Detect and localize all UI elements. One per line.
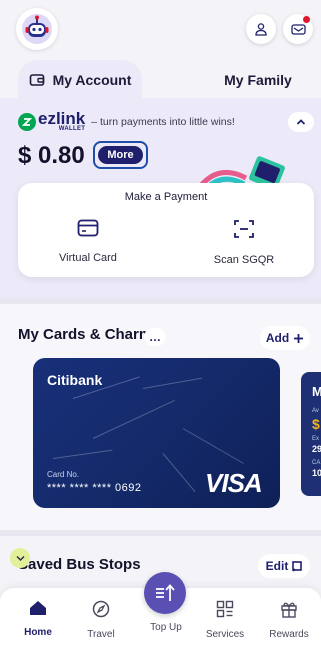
inbox-button[interactable] (283, 14, 313, 44)
nav-travel-label: Travel (87, 629, 115, 640)
card-number-label: Card No. (47, 470, 80, 479)
card-bank-name: Citibank (47, 372, 103, 388)
wallet-icon (29, 74, 44, 86)
nav-rewards-label: Rewards (269, 629, 309, 640)
card-icon (77, 219, 99, 237)
virtual-card-option[interactable]: Virtual Card (28, 219, 148, 264)
home-icon (30, 601, 46, 615)
peek-card-line-1: Av (312, 408, 319, 414)
make-payment-title: Make a Payment (124, 191, 208, 203)
section-divider (0, 530, 321, 536)
card-decoration (142, 377, 203, 389)
nav-services[interactable]: Services (193, 600, 257, 640)
peek-card-initial: M (312, 384, 321, 399)
nav-topup-label: Top Up (150, 622, 182, 633)
peek-card-value-3: 10 (312, 468, 321, 478)
visa-logo: VISA (205, 468, 263, 498)
avatar[interactable] (16, 8, 58, 50)
nav-travel[interactable]: Travel (69, 600, 133, 640)
plus-icon (294, 333, 304, 343)
profile-button[interactable] (246, 14, 276, 44)
tab-my-account-label: My Account (52, 72, 132, 88)
scan-icon (234, 220, 254, 238)
compass-icon (92, 600, 110, 618)
scan-sgqr-label: Scan SGQR (213, 254, 275, 266)
gift-icon (281, 602, 297, 618)
account-tabs: My Account My Family (0, 60, 321, 100)
notification-dot (303, 16, 310, 23)
card-decoration (182, 428, 244, 464)
topup-icon (156, 584, 175, 601)
wallet-panel: ezlink WALLET – turn payments into littl… (0, 98, 321, 298)
tab-my-family-label: My Family (224, 72, 292, 88)
ezlink-brand-row: ezlink WALLET – turn payments into littl… (18, 109, 235, 132)
chevron-down-icon (15, 555, 25, 561)
nav-home-label: Home (24, 627, 52, 638)
ezlink-logo-icon (18, 113, 36, 131)
peek-card-value-1: $ (312, 416, 320, 432)
nav-rewards[interactable]: Rewards (257, 600, 321, 640)
wallet-balance: $ 0.80 (18, 142, 85, 169)
scan-sgqr-option[interactable]: Scan SGQR (184, 219, 304, 266)
top-bar (0, 0, 321, 56)
user-icon (255, 23, 267, 36)
more-button-label: More (98, 146, 143, 164)
collapse-wallet-button[interactable] (288, 112, 314, 132)
nav-services-label: Services (205, 629, 245, 640)
top-up-button[interactable] (144, 572, 186, 614)
wallet-tagline: – turn payments into little wins! (91, 116, 235, 128)
ezlink-logo: ezlink WALLET (18, 109, 86, 132)
card-number: **** **** **** 0692 (47, 482, 142, 494)
tab-my-account[interactable]: My Account (18, 60, 142, 100)
cards-more-button[interactable]: … (144, 328, 166, 346)
peek-card-line-2: Ex (312, 436, 320, 442)
peek-card-value-2: 29 (312, 444, 321, 454)
card-decoration (52, 449, 113, 459)
robot-icon (22, 14, 52, 44)
make-payment-card: Make a Payment Virtual Card Scan SGQR (18, 183, 314, 277)
add-card-button[interactable]: Add (260, 326, 310, 350)
peek-card-line-3: CA (312, 460, 321, 466)
chevron-up-icon (296, 119, 306, 125)
virtual-card-label: Virtual Card (59, 252, 117, 264)
grid-icon (216, 600, 234, 618)
add-card-label: Add (265, 331, 290, 345)
tab-my-family[interactable]: My Family (198, 60, 318, 100)
bookmark-icon (292, 560, 303, 572)
saved-bus-stops-title: Saved Bus Stops (18, 556, 141, 573)
edit-bus-stops-label: Edit (265, 559, 289, 573)
cards-section: My Cards & Charms … Add Citibank Card No… (0, 304, 321, 530)
edit-bus-stops-button[interactable]: Edit (258, 554, 310, 578)
mail-icon (290, 23, 306, 35)
ezlink-logo-text: ezlink (38, 109, 86, 128)
next-card-peek[interactable]: M Av $ Ex 29 CA 10 (301, 372, 321, 496)
cards-section-title: My Cards & Charms (18, 326, 161, 343)
card-decoration (92, 400, 175, 439)
nav-home[interactable]: Home (6, 600, 70, 638)
bus-stops-toggle[interactable] (10, 548, 30, 568)
more-dots-icon: … (149, 330, 161, 344)
citibank-card[interactable]: Citibank Card No. **** **** **** 0692 VI… (33, 358, 280, 508)
more-button[interactable]: More (93, 141, 148, 169)
card-decoration (162, 453, 196, 493)
